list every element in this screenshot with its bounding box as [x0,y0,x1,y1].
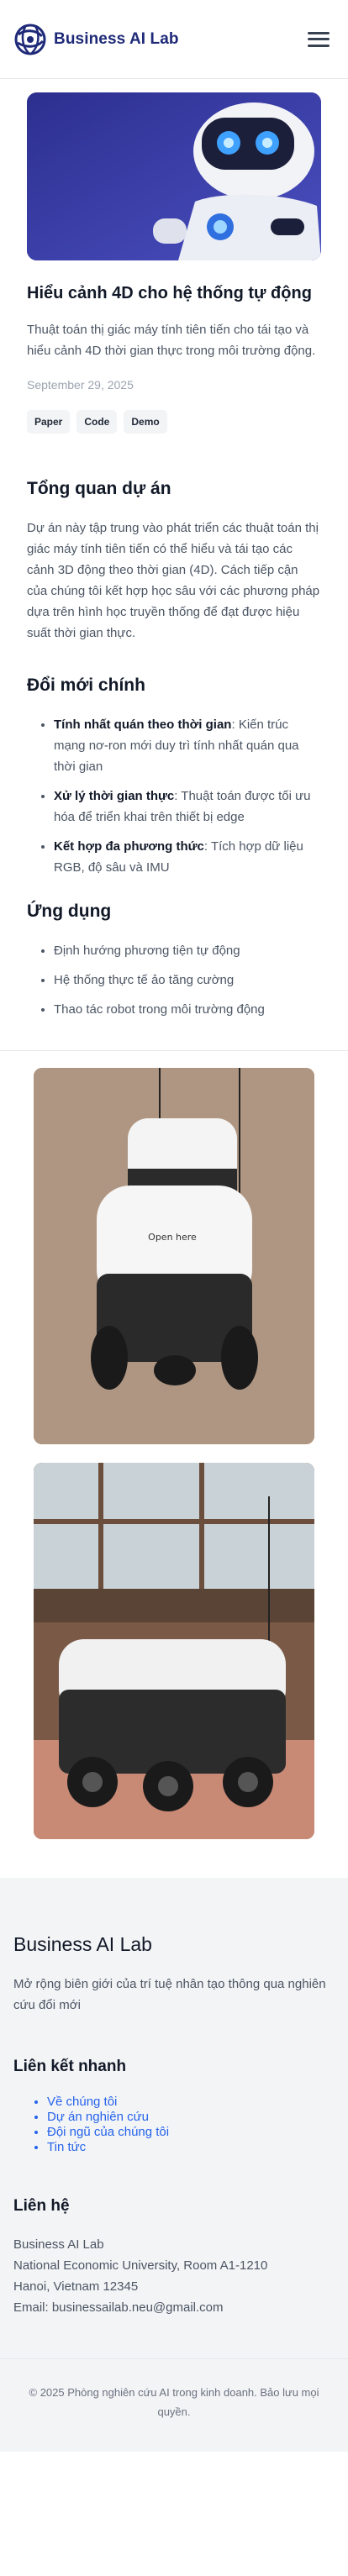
link-news[interactable]: Tin tức [47,2140,86,2154]
quick-links-list: Về chúng tôi Dự án nghiên cứu Đội ngũ củ… [13,2095,335,2155]
article: Hiểu cảnh 4D cho hệ thống tự động Thuật … [0,79,348,1020]
image-gallery: Open here [0,1051,348,1878]
article-title: Hiểu cảnh 4D cho hệ thống tự động [27,284,312,302]
contact-heading: Liên hệ [13,2197,70,2215]
hero-image [27,92,321,260]
innovations-list: Tính nhất quán theo thời gian: Kiến trúc… [27,714,321,878]
link-team[interactable]: Đội ngũ của chúng tôi [47,2125,169,2139]
robot-lid-label: Open here [148,1232,197,1243]
contact-line: National Economic University, Room A1-12… [13,2258,268,2273]
contact-email[interactable]: Email: businessailab.neu@gmail.com [13,2297,335,2318]
contact-line: Business AI Lab [13,2237,104,2252]
list-item: Tin tức [47,2140,335,2155]
list-item: Tính nhất quán theo thời gian: Kiến trúc… [54,714,321,777]
contact-line: Hanoi, Vietnam 12345 [13,2279,139,2294]
site-header: Business AI Lab [0,0,348,79]
applications-heading: Ứng dụng [27,902,112,921]
list-item: Dự án nghiên cứu [47,2110,335,2125]
tag-list: Paper Code Demo [27,410,321,434]
contact-info: Business AI Lab National Economic Univer… [13,2234,335,2318]
tag-demo[interactable]: Demo [124,410,167,434]
link-projects[interactable]: Dự án nghiên cứu [47,2110,149,2124]
tag-paper[interactable]: Paper [27,410,71,434]
list-item: Hệ thống thực tế ảo tăng cường [54,970,321,991]
list-item: Thao tác robot trong môi trường động [54,999,321,1020]
article-date: September 29, 2025 [27,378,134,392]
overview-heading: Tổng quan dự án [27,479,171,498]
logo-text: Business AI Lab [54,29,179,48]
innovations-heading: Đổi mới chính [27,676,145,695]
copyright: © 2025 Phòng nghiên cứu AI trong kinh do… [0,2358,348,2452]
tag-code[interactable]: Code [76,410,118,434]
gallery-photo-delivery-robots[interactable]: Open here [34,1068,314,1444]
link-about[interactable]: Về chúng tôi [47,2095,117,2109]
list-item: Xử lý thời gian thực: Thuật toán được tố… [54,786,321,828]
overview-text: Dự án này tập trung vào phát triển các t… [27,521,320,640]
gallery-photo-delivery-robot-window[interactable] [34,1463,314,1839]
article-description: Thuật toán thị giác máy tính tiên tiến c… [27,323,316,358]
quick-links-heading: Liên kết nhanh [13,2058,127,2075]
globe-swirl-icon [14,24,46,55]
list-item: Định hướng phương tiện tự động [54,940,321,961]
logo[interactable]: Business AI Lab [13,23,179,56]
list-item: Đội ngũ của chúng tôi [47,2125,335,2140]
applications-list: Định hướng phương tiện tự động Hệ thống … [27,940,321,1020]
list-item: Kết hợp đa phương thức: Tích hợp dữ liệu… [54,836,321,878]
footer-description: Mở rộng biên giới của trí tuệ nhân tạo t… [13,1977,326,2012]
site-footer: Business AI Lab Mở rộng biên giới của tr… [0,1878,348,2452]
footer-title: Business AI Lab [13,1933,152,1955]
list-item: Về chúng tôi [47,2095,335,2110]
hamburger-menu-icon[interactable] [308,30,330,49]
